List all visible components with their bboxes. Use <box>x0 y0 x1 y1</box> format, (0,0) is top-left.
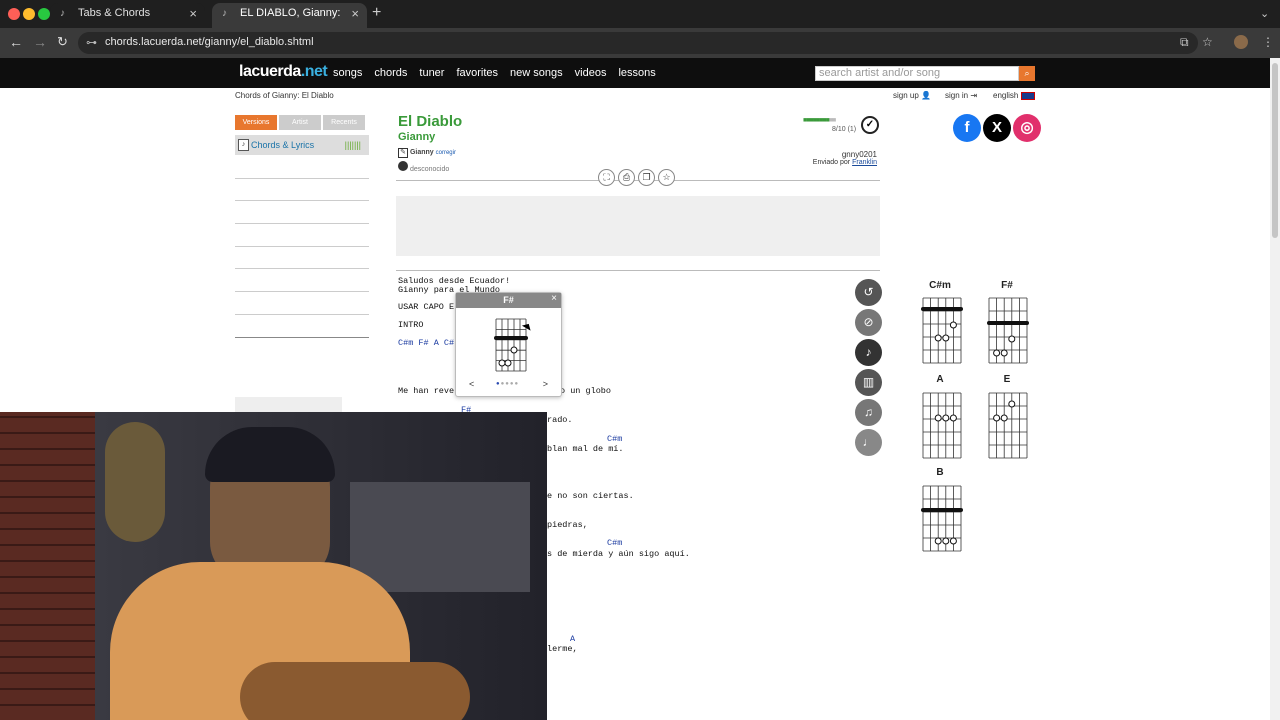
finger-dot <box>498 359 506 367</box>
person-hair <box>205 427 335 482</box>
barre-mark <box>494 336 528 340</box>
barre-mark <box>987 321 1029 325</box>
finger-dot <box>942 537 950 545</box>
finger-dot <box>1000 349 1008 357</box>
finger-dot <box>949 537 957 545</box>
barre-mark <box>921 307 963 311</box>
finger-dot <box>510 346 518 354</box>
finger-dot <box>934 537 942 545</box>
finger-dot <box>942 334 950 342</box>
prev-voicing-button[interactable]: < <box>469 379 474 389</box>
finger-dot <box>993 349 1001 357</box>
acoustic-guitar <box>240 662 470 720</box>
finger-dot <box>1008 400 1016 408</box>
finger-dot <box>993 414 1001 422</box>
finger-dot <box>1008 335 1016 343</box>
finger-dot <box>1000 414 1008 422</box>
finger-dot <box>949 321 957 329</box>
finger-dot <box>934 414 942 422</box>
close-icon[interactable]: × <box>551 293 557 304</box>
brick-wall <box>0 412 95 720</box>
finger-dot <box>934 334 942 342</box>
next-voicing-button[interactable]: > <box>543 379 548 389</box>
finger-dot <box>504 359 512 367</box>
desk <box>350 482 530 592</box>
popup-chord-name: F# <box>456 293 561 308</box>
barre-mark <box>921 508 963 512</box>
voicing-dots: ●●●●● <box>496 381 520 387</box>
hanging-guitar <box>105 422 165 542</box>
finger-dot <box>942 414 950 422</box>
chord-popup[interactable]: F# × < ●●●●● > <box>455 292 562 397</box>
finger-dot <box>949 414 957 422</box>
webcam-overlay <box>0 412 547 720</box>
